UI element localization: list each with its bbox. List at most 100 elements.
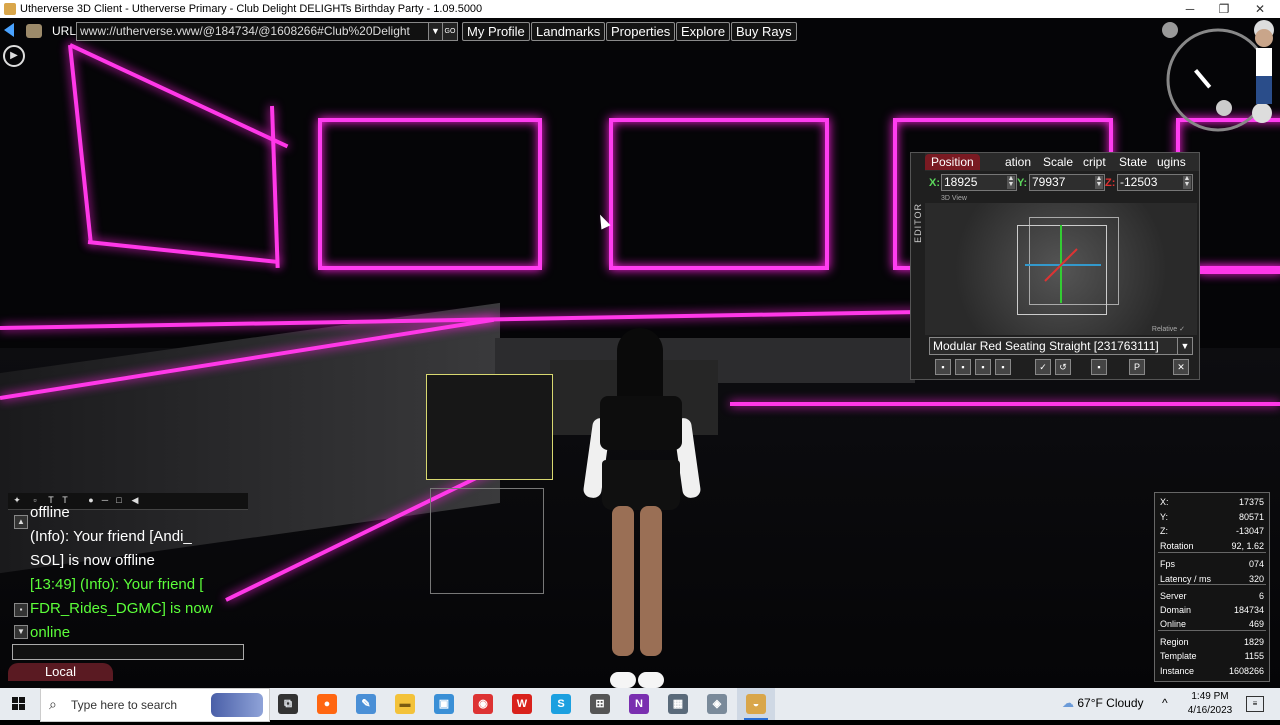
url-label: URL: [52, 24, 77, 38]
security-icon[interactable]: ◈: [707, 694, 727, 714]
close-button[interactable]: ✕: [1242, 0, 1278, 18]
chat-input[interactable]: [12, 644, 244, 660]
tab-scale[interactable]: Scale: [1043, 154, 1073, 170]
pin-icon[interactable]: ✦: [12, 495, 22, 505]
lock-icon[interactable]: ▪: [935, 359, 951, 375]
stats-row: Online 469: [1160, 617, 1264, 631]
stats-value: 80571: [1238, 512, 1264, 522]
3d-view-gizmo[interactable]: Relative ✓: [925, 203, 1197, 335]
stats-key: Template: [1160, 651, 1197, 661]
search-highlight-icon: [211, 693, 263, 717]
neon-frame: [609, 118, 829, 270]
url-field[interactable]: www://utherverse.vww/@184734/@1608266#Cl…: [76, 22, 431, 41]
weather-widget[interactable]: ☁ 67°F Cloudy: [1062, 696, 1144, 710]
utherverse-icon[interactable]: ◒: [746, 694, 766, 714]
avatar-body[interactable]: [600, 396, 682, 450]
selected-object-box[interactable]: [426, 374, 553, 480]
object-name-field[interactable]: Modular Red Seating Straight [231763111]: [929, 337, 1182, 355]
chat-message: FDR_Rides_DGMC] is now: [30, 600, 213, 617]
file-explorer-icon[interactable]: ▬: [395, 694, 415, 714]
object-dropdown-icon[interactable]: ▼: [1177, 337, 1193, 355]
firefox-icon[interactable]: ●: [317, 694, 337, 714]
my-profile-button[interactable]: My Profile: [462, 22, 530, 41]
url-go-icon[interactable]: GO: [442, 22, 458, 41]
maximize-button[interactable]: ❐: [1206, 0, 1242, 18]
delete-icon[interactable]: ▪: [995, 359, 1011, 375]
stats-row: Instance 1608266: [1160, 664, 1264, 678]
stats-value: 469: [1248, 619, 1264, 629]
axis-gizmo-icon: [1025, 225, 1101, 303]
wps-icon[interactable]: W: [512, 694, 532, 714]
neon-line: [270, 105, 280, 268]
explore-button[interactable]: Explore: [676, 22, 731, 41]
games-icon[interactable]: ⊞: [590, 694, 610, 714]
scroll-down-icon[interactable]: ▼: [14, 625, 28, 639]
close-editor-icon[interactable]: ✕: [1173, 359, 1189, 375]
start-button[interactable]: [0, 688, 38, 720]
stats-value: -13047: [1235, 526, 1264, 536]
y-position-field[interactable]: 79937 ▲ ▼: [1029, 174, 1105, 191]
cloud-icon: ☁: [1062, 696, 1074, 710]
avatar-shoe: [638, 672, 664, 688]
avatar-shoe: [610, 672, 636, 688]
back-arrow-icon[interactable]: [4, 23, 14, 37]
stats-key: Rotation: [1160, 541, 1194, 551]
document-icon[interactable]: ▪: [1091, 359, 1107, 375]
scroll-handle[interactable]: ▪: [14, 603, 28, 617]
calculator-icon[interactable]: ▦: [668, 694, 688, 714]
skype-icon[interactable]: S: [551, 694, 571, 714]
neon-line: [69, 43, 289, 149]
stats-row: Fps 074: [1160, 557, 1264, 571]
properties-button[interactable]: Properties: [606, 22, 676, 41]
avatar-preview-icon: [1162, 20, 1274, 132]
avatar-leg: [640, 506, 662, 656]
stats-key: X:: [1160, 497, 1169, 507]
stats-row: Rotation 92, 1.62: [1160, 539, 1264, 553]
buy-rays-button[interactable]: Buy Rays: [731, 22, 797, 41]
tab-plugins[interactable]: ugins: [1157, 154, 1186, 170]
paint-icon[interactable]: ✎: [356, 694, 376, 714]
chat-message: SOL] is now offline: [30, 552, 155, 569]
tray-chevron-icon[interactable]: ^: [1162, 696, 1168, 710]
paste-icon[interactable]: ▪: [975, 359, 991, 375]
tab-state[interactable]: State: [1119, 154, 1147, 170]
y-label: Y:: [1017, 177, 1028, 189]
z-position-field[interactable]: -12503 ▲ ▼: [1117, 174, 1193, 191]
side-menu-icon[interactable]: ▶: [3, 45, 25, 67]
notifications-icon[interactable]: ≡: [1246, 696, 1264, 712]
tab-position[interactable]: Position: [925, 154, 980, 170]
object-bounding-box[interactable]: [430, 488, 544, 594]
undo-icon[interactable]: ↺: [1055, 359, 1071, 375]
relative-toggle[interactable]: Relative ✓: [1152, 325, 1185, 333]
task-view-icon[interactable]: ⧉: [278, 694, 298, 714]
search-icon: ⌕: [49, 696, 57, 712]
editor-tabs: Position ation Scale cript State ugins: [925, 153, 1199, 171]
photos-icon[interactable]: ▣: [434, 694, 454, 714]
chat-message: online: [30, 624, 71, 641]
pid-icon[interactable]: P: [1129, 359, 1145, 375]
onenote-icon[interactable]: N: [629, 694, 649, 714]
editor-side-label: EDITOR: [913, 203, 923, 243]
neon-line: [1200, 270, 1280, 274]
stats-row: Region 1829: [1160, 635, 1264, 649]
chrome-icon[interactable]: ◉: [473, 694, 493, 714]
landmarks-button[interactable]: Landmarks: [531, 22, 606, 41]
scroll-up-icon[interactable]: ▲: [14, 515, 28, 529]
apply-icon[interactable]: ✓: [1035, 359, 1051, 375]
stats-key: Latency / ms: [1160, 574, 1212, 584]
tab-rotation[interactable]: ation: [1005, 154, 1031, 170]
tab-script[interactable]: cript: [1083, 154, 1106, 170]
windows-logo-icon: [12, 697, 25, 710]
x-position-field[interactable]: 18925 ▲ ▼: [941, 174, 1017, 191]
neon-line: [730, 402, 1280, 406]
chat-message: (Info): Your friend [Andi_: [30, 528, 192, 545]
copy-icon[interactable]: ▪: [955, 359, 971, 375]
taskbar-search[interactable]: ⌕ Type here to search: [40, 688, 270, 722]
home-icon[interactable]: [26, 24, 42, 38]
minimize-button[interactable]: ─: [1172, 0, 1208, 18]
chat-tab-local[interactable]: Local: [8, 663, 113, 681]
clock[interactable]: 1:49 PM 4/16/2023: [1180, 690, 1240, 718]
avatar-tools-widget[interactable]: [1160, 18, 1280, 138]
url-dropdown-icon[interactable]: ▼: [428, 22, 443, 41]
stats-value: 6: [1258, 591, 1264, 601]
